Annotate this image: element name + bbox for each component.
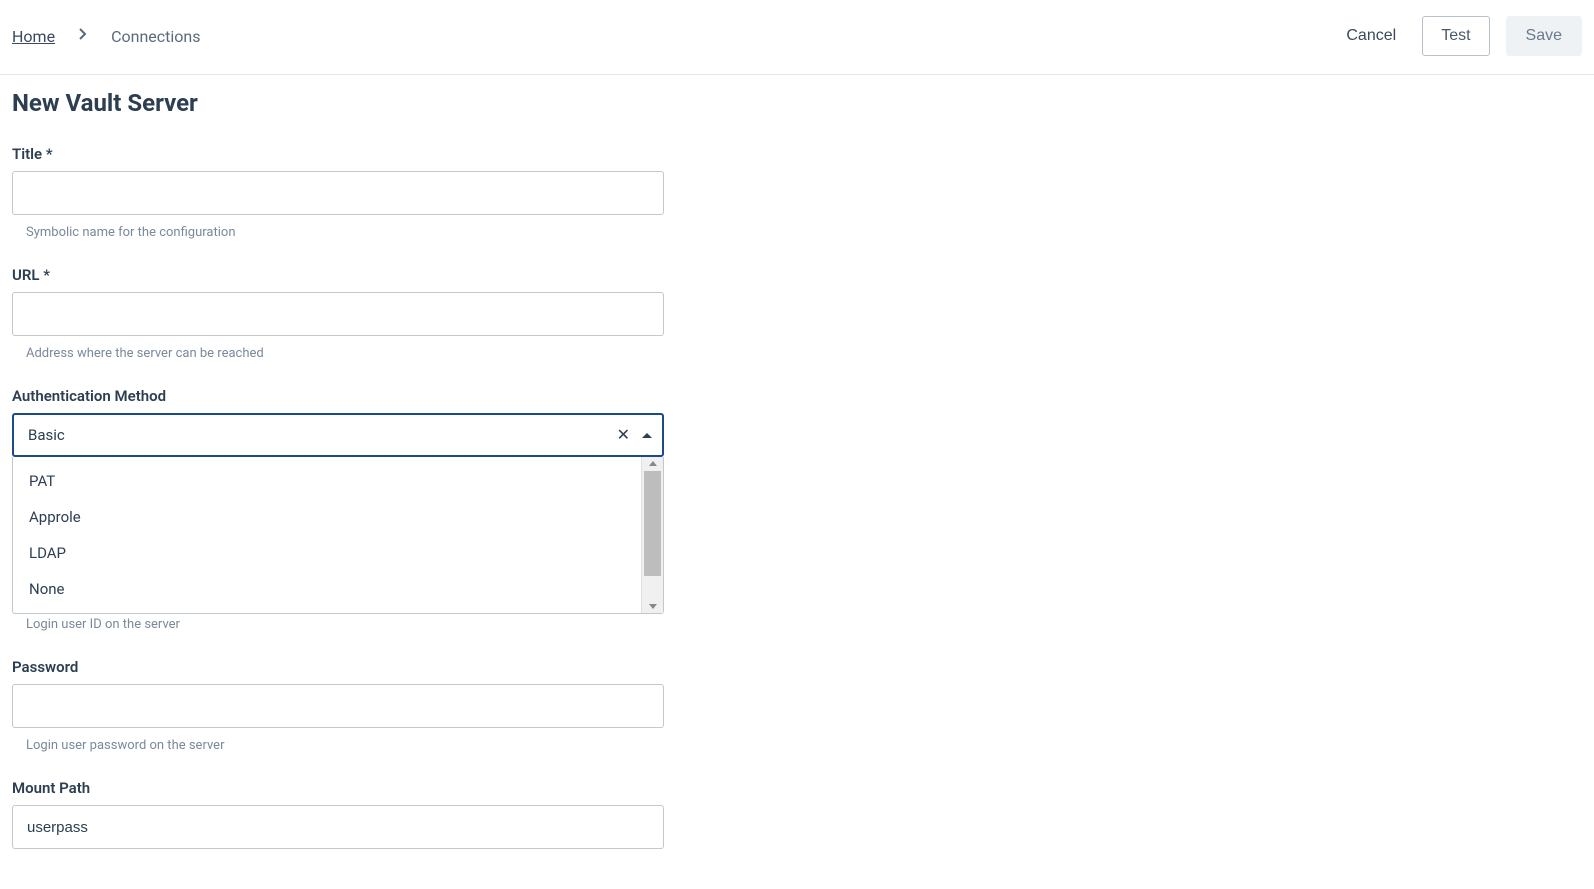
auth-method-field-group: Authentication Method Basic ✕ PAT Approl… xyxy=(12,387,664,632)
auth-method-selected-value: Basic xyxy=(28,426,65,444)
title-hint: Symbolic name for the configuration xyxy=(12,225,664,240)
mount-path-field-group: Mount Path xyxy=(12,779,664,849)
dropdown-option-ldap[interactable]: LDAP xyxy=(13,535,641,571)
dropdown-option-pat[interactable]: PAT xyxy=(13,463,641,499)
password-field-group: Password Login user password on the serv… xyxy=(12,658,664,753)
password-input[interactable] xyxy=(12,684,664,728)
auth-method-dropdown: PAT Approle LDAP None xyxy=(12,457,664,614)
dropdown-option-none[interactable]: None xyxy=(13,571,641,607)
userid-hint: Login user ID on the server xyxy=(12,617,664,632)
content: New Vault Server Title * Symbolic name f… xyxy=(0,75,1594,889)
dropdown-list: PAT Approle LDAP None xyxy=(13,457,641,613)
scroll-up-icon[interactable] xyxy=(649,461,657,466)
url-input[interactable] xyxy=(12,292,664,336)
mount-path-input[interactable] xyxy=(12,805,664,849)
scroll-down-icon[interactable] xyxy=(649,604,657,609)
test-button[interactable]: Test xyxy=(1422,16,1489,56)
scroll-thumb[interactable] xyxy=(644,471,661,576)
auth-method-label: Authentication Method xyxy=(12,387,664,405)
mount-path-label: Mount Path xyxy=(12,779,664,797)
chevron-right-icon xyxy=(79,28,87,44)
url-label: URL * xyxy=(12,266,664,284)
breadcrumb-home-link[interactable]: Home xyxy=(12,27,55,46)
url-field-group: URL * Address where the server can be re… xyxy=(12,266,664,361)
auth-method-select-wrapper: Basic ✕ PAT Approle LDAP None xyxy=(12,413,664,457)
header-bar: Home Connections Cancel Test Save xyxy=(0,0,1594,75)
clear-icon[interactable]: ✕ xyxy=(617,427,630,443)
page-title: New Vault Server xyxy=(12,89,1582,117)
breadcrumb: Home Connections xyxy=(12,27,200,46)
password-hint: Login user password on the server xyxy=(12,738,664,753)
title-field-group: Title * Symbolic name for the configurat… xyxy=(12,145,664,240)
url-hint: Address where the server can be reached xyxy=(12,346,664,361)
title-label: Title * xyxy=(12,145,664,163)
breadcrumb-current: Connections xyxy=(111,27,200,46)
save-button[interactable]: Save xyxy=(1506,16,1582,56)
dropdown-option-approle[interactable]: Approle xyxy=(13,499,641,535)
dropdown-scrollbar[interactable] xyxy=(641,457,663,613)
header-actions: Cancel Test Save xyxy=(1336,16,1582,56)
password-label: Password xyxy=(12,658,664,676)
title-input[interactable] xyxy=(12,171,664,215)
auth-method-select[interactable]: Basic ✕ xyxy=(12,413,664,457)
chevron-up-icon[interactable] xyxy=(642,433,652,438)
cancel-button[interactable]: Cancel xyxy=(1336,19,1406,53)
select-icons: ✕ xyxy=(617,427,652,443)
